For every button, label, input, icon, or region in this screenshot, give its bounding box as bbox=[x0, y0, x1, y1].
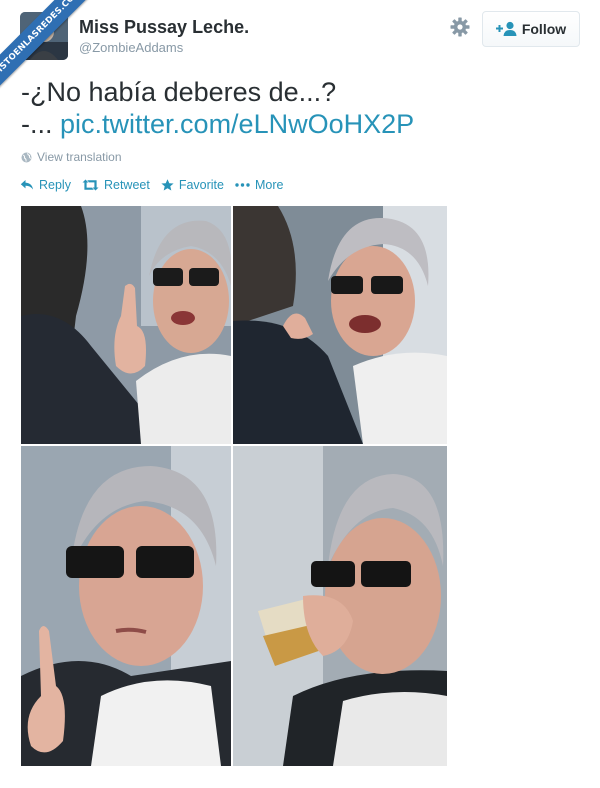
photo-3[interactable] bbox=[21, 446, 231, 766]
more-button[interactable]: More bbox=[235, 178, 283, 192]
tweet-actions: Reply Retweet Favorite More bbox=[20, 178, 294, 192]
photo-woman-shouting bbox=[233, 206, 447, 444]
photo-woman-pointing bbox=[21, 446, 231, 766]
favorite-button[interactable]: Favorite bbox=[161, 178, 224, 192]
photo-4[interactable] bbox=[233, 446, 447, 766]
add-user-icon bbox=[495, 21, 517, 36]
photo-2[interactable] bbox=[233, 206, 447, 444]
star-icon bbox=[161, 179, 174, 191]
follow-button[interactable]: Follow bbox=[482, 11, 580, 47]
retweet-label: Retweet bbox=[103, 178, 150, 192]
photo-woman-raising-finger bbox=[21, 206, 231, 444]
tweet-text: -¿No había deberes de...? -... pic.twitt… bbox=[21, 76, 581, 140]
follow-label: Follow bbox=[521, 21, 567, 37]
view-translation-label: View translation bbox=[37, 150, 122, 164]
reply-button[interactable]: Reply bbox=[20, 178, 71, 192]
reply-icon bbox=[20, 180, 33, 190]
tweet-line-2-prefix: -... bbox=[21, 109, 53, 139]
tweet-image-link[interactable]: pic.twitter.com/eLNwOoHX2P bbox=[60, 109, 414, 139]
retweet-button[interactable]: Retweet bbox=[82, 178, 150, 192]
retweet-icon bbox=[82, 179, 99, 191]
user-handle[interactable]: @ZombieAddams bbox=[79, 40, 183, 55]
more-dots-icon bbox=[235, 183, 250, 187]
display-name[interactable]: Miss Pussay Leche. bbox=[79, 17, 249, 38]
gear-icon[interactable] bbox=[449, 16, 471, 38]
photo-grid bbox=[21, 206, 447, 766]
view-translation[interactable]: View translation bbox=[21, 150, 122, 164]
tweet-line-1: -¿No había deberes de...? bbox=[21, 77, 337, 107]
more-label: More bbox=[254, 178, 284, 192]
reply-label: Reply bbox=[39, 178, 71, 192]
favorite-label: Favorite bbox=[178, 178, 224, 192]
photo-1[interactable] bbox=[21, 206, 231, 444]
tweet-line-2: -... pic.twitter.com/eLNwOoHX2P bbox=[21, 108, 581, 140]
globe-icon bbox=[21, 152, 32, 162]
photo-woman-drinking bbox=[233, 446, 447, 766]
